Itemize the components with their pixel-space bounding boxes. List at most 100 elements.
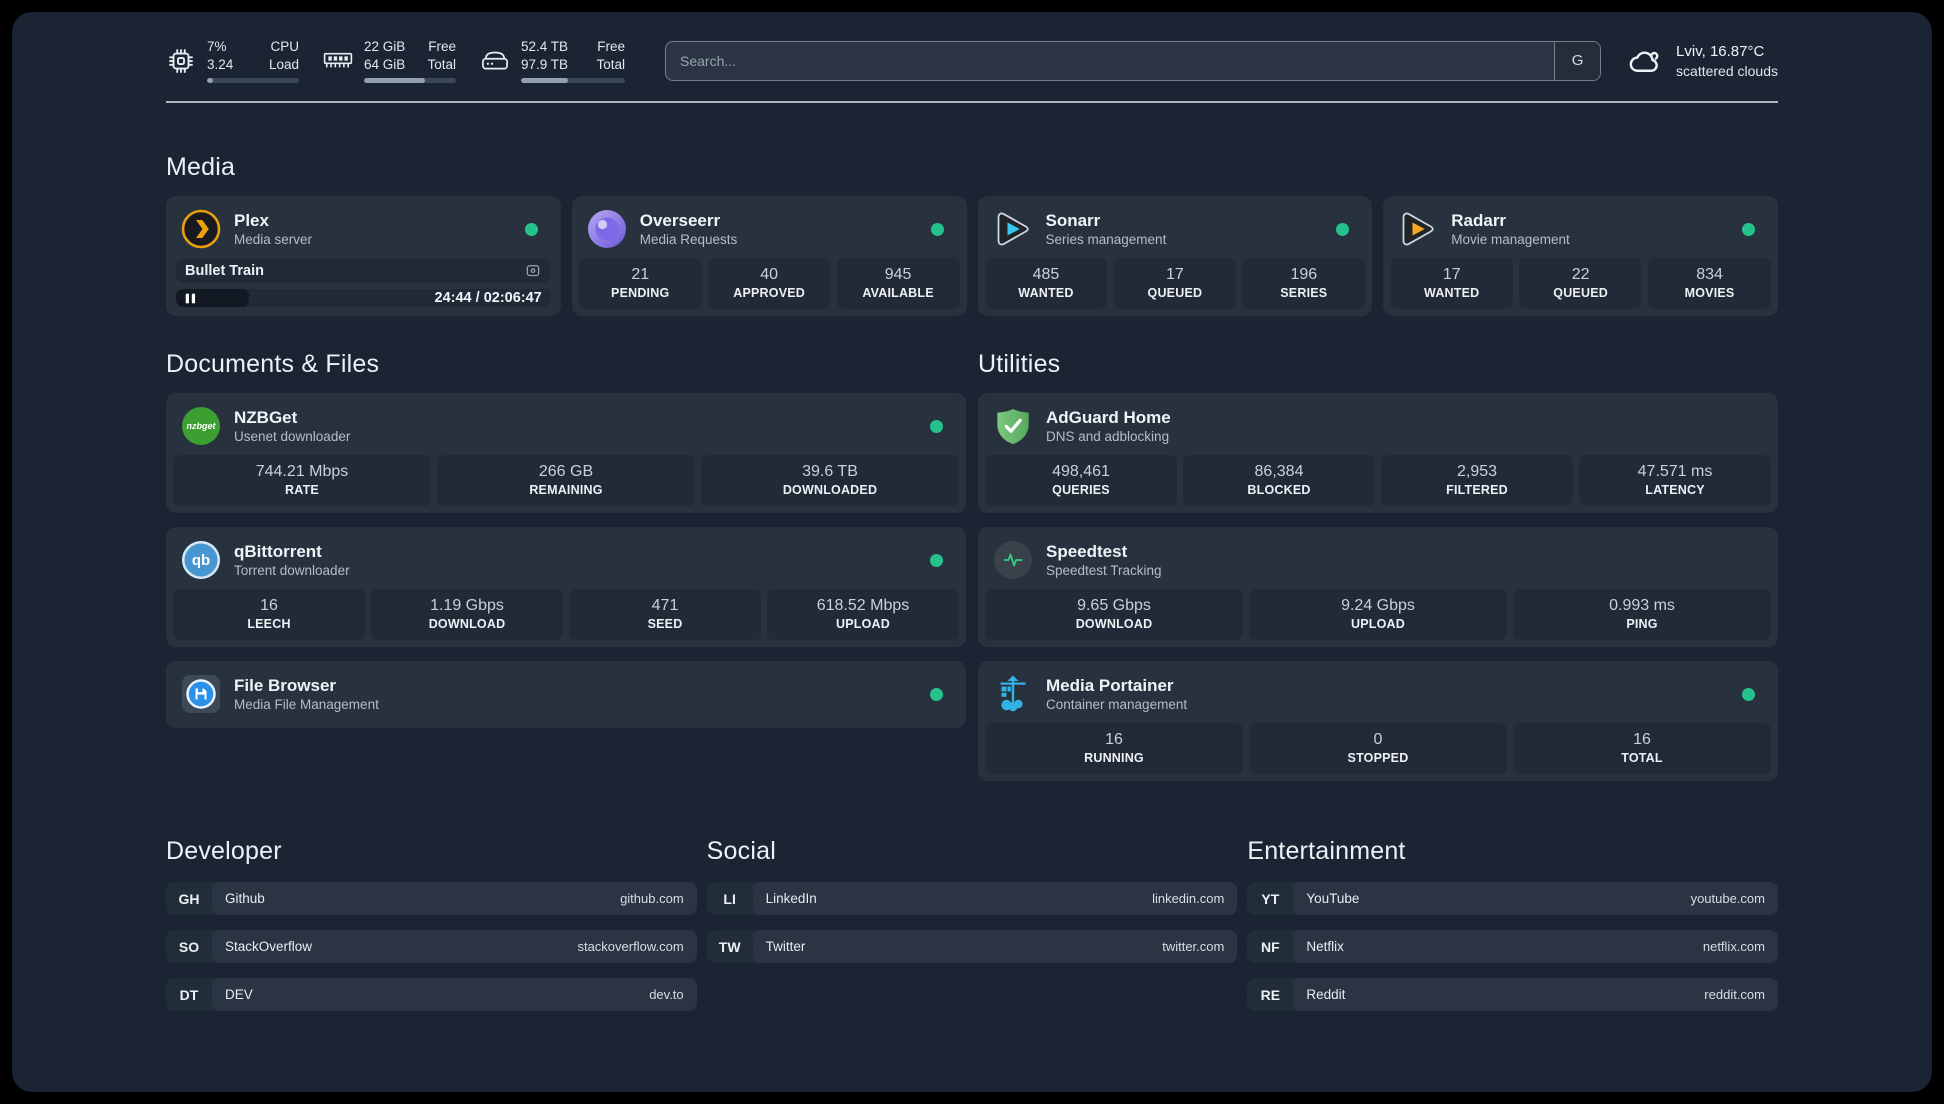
stat-movies: 834 MOVIES <box>1648 258 1772 310</box>
card-plex[interactable]: Plex Media server Bullet Train 24:44 / 0… <box>166 196 561 317</box>
stat-queued: 22 QUEUED <box>1519 258 1643 310</box>
radarr-name: Radarr <box>1451 210 1507 230</box>
sonarr-name: Sonarr <box>1045 210 1101 230</box>
memory-widget: 22 GiB 64 GiB Free Total <box>323 38 456 84</box>
card-nzbget[interactable]: nzbget NZBGet Usenet downloader 744.21 M… <box>166 393 966 514</box>
qbittorrent-status-dot <box>930 553 943 567</box>
stat-filtered: 2,953 FILTERED <box>1381 455 1573 507</box>
link-twitter[interactable]: TW Twitter twitter.com <box>706 930 1238 964</box>
link-github[interactable]: GH Github github.com <box>166 882 697 916</box>
link-stackoverflow[interactable]: SO StackOverflow stackoverflow.com <box>166 930 697 964</box>
stat-remaining: 266 GB REMAINING <box>437 455 695 507</box>
linkedin-abbr: LI <box>723 890 736 907</box>
card-overseerr[interactable]: Overseerr Media Requests 21 PENDING 40 A… <box>571 196 967 317</box>
link-youtube[interactable]: YT YouTube youtube.com <box>1247 882 1778 916</box>
plex-subtitle: Media server <box>234 231 313 247</box>
link-name: DEV <box>225 987 253 1003</box>
speedtest-subtitle: Speedtest Tracking <box>1046 562 1162 578</box>
stat-stopped: 0 STOPPED <box>1249 723 1507 775</box>
link-name: StackOverflow <box>225 939 313 955</box>
stat-upload: 9.24 Gbps UPLOAD <box>1249 589 1507 641</box>
qbittorrent-icon: qb <box>181 540 221 580</box>
stat-leech: 16 LEECH <box>173 589 365 641</box>
plex-now-playing: Bullet Train <box>176 259 551 284</box>
header-divider <box>166 101 1778 104</box>
sonarr-subtitle: Series management <box>1045 231 1167 247</box>
card-sonarr[interactable]: Sonarr Series management 485 WANTED 17 Q… <box>977 196 1373 317</box>
storage-total-label: Total <box>596 56 625 72</box>
filebrowser-status-dot <box>930 687 943 701</box>
github-abbr: GH <box>178 890 200 907</box>
sonarr-status-dot <box>1336 222 1350 236</box>
cpu-progress-bar <box>207 78 299 84</box>
now-playing-title: Bullet Train <box>185 263 264 280</box>
link-linkedin[interactable]: LI LinkedIn linkedin.com <box>706 882 1238 916</box>
stat-available: 945 AVAILABLE <box>836 258 960 310</box>
link-url: stackoverflow.com <box>577 939 684 955</box>
stat-wanted: 17 WANTED <box>1390 258 1514 310</box>
search-input[interactable] <box>665 40 1602 81</box>
memory-total-value: 64 GiB <box>364 56 406 72</box>
link-url: dev.to <box>649 987 684 1003</box>
speedtest-icon <box>993 540 1033 580</box>
twitter-abbr: TW <box>718 938 741 955</box>
stat-approved: 40 APPROVED <box>707 258 831 310</box>
link-netflix[interactable]: NF Netflix netflix.com <box>1247 930 1778 964</box>
link-name: LinkedIn <box>765 891 817 907</box>
card-radarr[interactable]: Radarr Movie management 17 WANTED 22 QUE… <box>1383 196 1778 317</box>
qbittorrent-subtitle: Torrent downloader <box>234 562 350 578</box>
link-name: YouTube <box>1306 891 1360 907</box>
weather-location-temp: Lviv, 16.87°C <box>1676 43 1765 61</box>
card-qbittorrent[interactable]: qb qBittorrent Torrent downloader 16 LEE… <box>166 527 966 648</box>
memory-free-label: Free <box>428 39 456 54</box>
link-dev[interactable]: DT DEV dev.to <box>166 978 697 1012</box>
nzbget-status-dot <box>930 419 943 433</box>
developer-section: Developer GH Github github.com SO StackO… <box>166 837 697 1012</box>
dashboard: 7% 3.24 CPU Load 22 GiB 64 GiB Free Tota… <box>12 12 1932 1092</box>
overseerr-subtitle: Media Requests <box>639 231 738 247</box>
overseerr-status-dot <box>930 222 944 236</box>
stat-latency: 47.571 ms LATENCY <box>1579 455 1771 507</box>
reddit-abbr: RE <box>1260 986 1281 1003</box>
adguard-subtitle: DNS and adblocking <box>1046 428 1170 444</box>
section-title-media: Media <box>166 153 236 182</box>
stat-pending: 21 PENDING <box>578 258 702 310</box>
stat-running: 16 RUNNING <box>985 723 1243 775</box>
cpu-progress-fill <box>207 78 214 84</box>
card-filebrowser[interactable]: File Browser Media File Management <box>166 661 966 729</box>
overseerr-name: Overseerr <box>639 210 721 230</box>
dev-abbr: DT <box>179 986 199 1003</box>
link-url: netflix.com <box>1702 939 1765 955</box>
adguard-name: AdGuard Home <box>1046 407 1171 427</box>
portainer-status-dot <box>1742 687 1755 701</box>
stat-total: 16 TOTAL <box>1513 723 1771 775</box>
search-engine-button[interactable]: G <box>1554 41 1601 80</box>
plex-icon <box>181 209 221 249</box>
plex-playback-progress: 24:44 / 02:06:47 <box>176 289 551 308</box>
card-adguard[interactable]: AdGuard Home DNS and adblocking 498,461 … <box>978 393 1778 514</box>
adguard-icon <box>993 406 1033 446</box>
radarr-status-dot <box>1742 222 1755 236</box>
stat-queued: 17 QUEUED <box>1113 258 1237 310</box>
link-reddit[interactable]: RE Reddit reddit.com <box>1247 978 1778 1012</box>
cpu-usage-percent: 7% <box>207 39 227 54</box>
sonarr-icon <box>993 209 1033 249</box>
card-portainer[interactable]: Media Portainer Container management 16 … <box>978 661 1778 782</box>
stat-seed: 471 SEED <box>569 589 761 641</box>
playback-time: 24:44 / 02:06:47 <box>434 290 542 307</box>
link-name: Github <box>225 891 265 907</box>
card-speedtest[interactable]: Speedtest Speedtest Tracking 9.65 Gbps D… <box>978 527 1778 648</box>
cpu-label: CPU <box>270 39 299 54</box>
filebrowser-icon <box>181 674 221 714</box>
section-title-documents: Documents & Files <box>166 350 380 379</box>
stat-download: 1.19 Gbps DOWNLOAD <box>371 589 563 641</box>
nzbget-name: NZBGet <box>234 407 298 427</box>
memory-progress-fill <box>364 78 425 84</box>
nzbget-subtitle: Usenet downloader <box>234 428 351 444</box>
stat-series: 196 SERIES <box>1242 258 1366 310</box>
qbittorrent-name: qBittorrent <box>234 541 322 561</box>
radarr-icon <box>1398 209 1438 249</box>
stat-download: 9.65 Gbps DOWNLOAD <box>985 589 1243 641</box>
link-url: youtube.com <box>1690 891 1765 907</box>
nzbget-icon: nzbget <box>181 406 221 446</box>
